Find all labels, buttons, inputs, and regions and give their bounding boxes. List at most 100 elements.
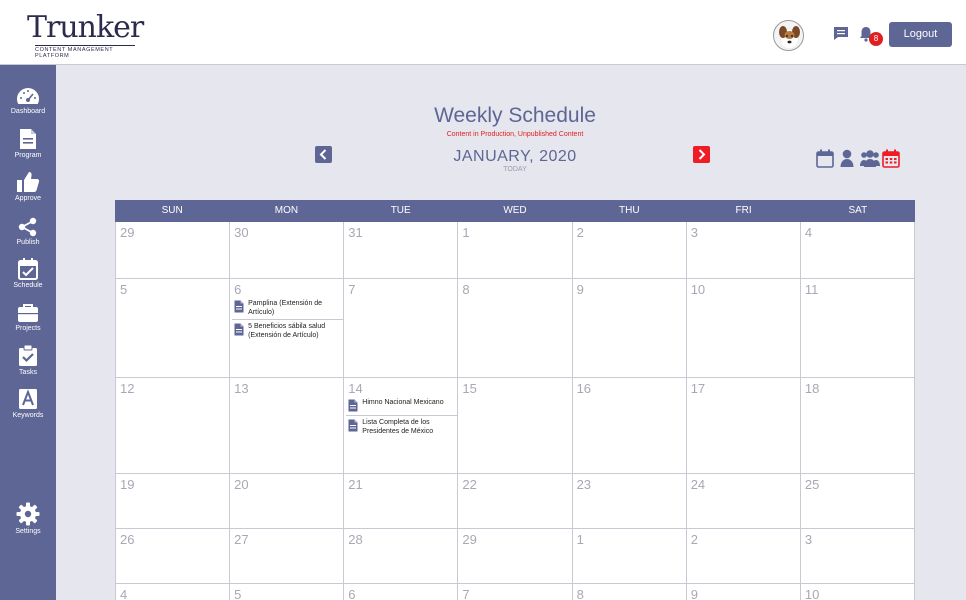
logo-wordmark: Trunker: [27, 10, 144, 45]
calendar-event[interactable]: 5 Beneficios sábila salud (Extensión de …: [232, 322, 343, 342]
calendar-day-cell[interactable]: 5: [116, 279, 231, 377]
calendar-day-cell[interactable]: 28: [344, 529, 459, 583]
sidebar-item-settings[interactable]: Settings: [0, 502, 56, 535]
calendar-event[interactable]: Lista Completa de los Presidentes de Méx…: [346, 418, 457, 438]
calendar: SUN MON TUE WED THU FRI SAT 29 30 31 1 2 3 4 5 6 Pampli…: [115, 200, 915, 600]
calendar-day-cell[interactable]: 8: [573, 584, 687, 600]
calendar-day-cell[interactable]: 22: [458, 474, 573, 528]
day-number: 5: [234, 587, 242, 600]
sidebar-label: Tasks: [19, 369, 37, 376]
calendar-day-cell[interactable]: 4: [801, 222, 915, 278]
calendar-day-cell[interactable]: 7: [344, 279, 459, 377]
calendar-day-cell[interactable]: 29: [458, 529, 573, 583]
logout-button[interactable]: Logout: [889, 22, 952, 47]
calendar-day-cell[interactable]: 6: [344, 584, 459, 600]
calendar-day-cell[interactable]: 24: [687, 474, 801, 528]
calendar-day-cell[interactable]: 17: [687, 378, 801, 473]
day-number: 29: [462, 532, 477, 547]
calendar-day-cell[interactable]: 9: [573, 279, 687, 377]
notification-badge: 8: [869, 32, 883, 46]
calendar-day-cell[interactable]: 25: [801, 474, 915, 528]
calendar-day-cell[interactable]: 5: [230, 584, 345, 600]
avatar[interactable]: [773, 20, 804, 51]
calendar-day-cell[interactable]: 1: [458, 222, 573, 278]
calendar-day-cell[interactable]: 2: [573, 222, 687, 278]
calendar-day-cell[interactable]: 8: [458, 279, 573, 377]
calendar-week-row: 12 13 14 Himno Nacional Mexicano Lista Compl…: [116, 378, 915, 474]
calendar-day-cell[interactable]: 6 Pamplina (Extensión de Artículo) 5 Benef…: [230, 279, 345, 377]
day-number: 2: [690, 532, 698, 547]
day-number: 3: [690, 225, 698, 240]
calendar-outline-icon[interactable]: [816, 149, 834, 172]
thumbs-up-icon: [17, 172, 40, 192]
calendar-day-cell[interactable]: 18: [801, 378, 915, 473]
calendar-grid-icon[interactable]: [882, 149, 900, 172]
calendar-event[interactable]: Pamplina (Extensión de Artículo): [232, 299, 344, 320]
day-number: 24: [690, 477, 706, 492]
sidebar-item-dashboard[interactable]: Dashboard: [0, 86, 56, 115]
calendar-day-cell[interactable]: 19: [116, 474, 231, 528]
calendar-day-cell[interactable]: 16: [573, 378, 687, 473]
day-number: 11: [804, 282, 819, 297]
users-group-icon[interactable]: [860, 149, 880, 171]
gear-icon: [16, 502, 40, 526]
calendar-day-cell[interactable]: 15: [458, 378, 573, 473]
chevron-right-icon: [698, 149, 706, 160]
calendar-day-cell[interactable]: 1: [573, 529, 687, 583]
sidebar-item-approve[interactable]: Approve: [0, 171, 56, 202]
day-number: 6: [348, 587, 356, 600]
weekday-label: MON: [274, 205, 299, 216]
sidebar-item-publish[interactable]: Publish: [0, 217, 56, 246]
day-number: 28: [348, 532, 363, 547]
calendar-day-cell[interactable]: 3: [687, 222, 801, 278]
calendar-day-cell[interactable]: 29: [116, 222, 231, 278]
day-number: 1: [462, 225, 470, 240]
calendar-day-cell[interactable]: 31: [344, 222, 459, 278]
calendar-day-cell[interactable]: 27: [230, 529, 345, 583]
next-month-button[interactable]: [693, 146, 710, 163]
sidebar-item-keywords[interactable]: Keywords: [0, 388, 56, 419]
calendar-day-cell[interactable]: 20: [230, 474, 345, 528]
calendar-day-cell[interactable]: 4: [116, 584, 231, 600]
sidebar-label: Keywords: [12, 412, 44, 419]
calendar-day-cell[interactable]: 10: [801, 584, 915, 600]
event-title: Himno Nacional Mexicano: [362, 399, 444, 406]
calendar-day-cell[interactable]: 30: [230, 222, 345, 278]
day-number: 13: [234, 381, 249, 396]
user-icon[interactable]: [840, 149, 854, 171]
sidebar-item-tasks[interactable]: Tasks: [0, 345, 56, 376]
day-number: 14: [348, 381, 363, 396]
calendar-day-cell[interactable]: 13: [230, 378, 345, 473]
calendar-day-cell[interactable]: 9: [687, 584, 801, 600]
calendar-day-cell[interactable]: 14 Himno Nacional Mexicano Lista Completa …: [344, 378, 459, 473]
page-title: Weekly Schedule: [434, 104, 596, 127]
calendar-day-cell[interactable]: 10: [687, 279, 801, 377]
previous-month-button[interactable]: [315, 146, 332, 163]
sidebar: Dashboard Program Approve Publish Schedu…: [0, 65, 56, 600]
day-number: 9: [576, 282, 584, 297]
calendar-day-cell[interactable]: 21: [344, 474, 459, 528]
logo-tagline: CONTENT MANAGEMENT PLATFORM: [35, 45, 135, 59]
calendar-day-cell[interactable]: 3: [801, 529, 915, 583]
day-number: 4: [804, 225, 813, 240]
day-number: 5: [120, 282, 128, 297]
day-number: 1: [576, 532, 584, 547]
calendar-event[interactable]: Himno Nacional Mexicano: [346, 398, 458, 416]
calendar-week-row: 29 30 31 1 2 3 4: [116, 222, 915, 279]
sidebar-item-schedule[interactable]: Schedule: [0, 258, 56, 289]
day-number: 18: [804, 381, 820, 396]
today-link[interactable]: TODAY: [415, 166, 615, 173]
calendar-day-cell[interactable]: 2: [687, 529, 801, 583]
calendar-day-cell[interactable]: 11: [801, 279, 915, 377]
clipboard-check-icon: [19, 345, 37, 366]
sidebar-item-projects[interactable]: Projects: [0, 303, 56, 332]
dashboard-icon: [17, 88, 39, 104]
chat-icon[interactable]: [833, 26, 851, 42]
calendar-day-cell[interactable]: 26: [116, 529, 231, 583]
logo[interactable]: Trunker CONTENT MANAGEMENT PLATFORM: [27, 10, 144, 60]
calendar-day-cell[interactable]: 23: [573, 474, 687, 528]
calendar-day-cell[interactable]: 7: [458, 584, 573, 600]
weekday-label: TUE: [390, 205, 411, 216]
calendar-day-cell[interactable]: 12: [116, 378, 231, 473]
sidebar-item-program[interactable]: Program: [0, 128, 56, 159]
